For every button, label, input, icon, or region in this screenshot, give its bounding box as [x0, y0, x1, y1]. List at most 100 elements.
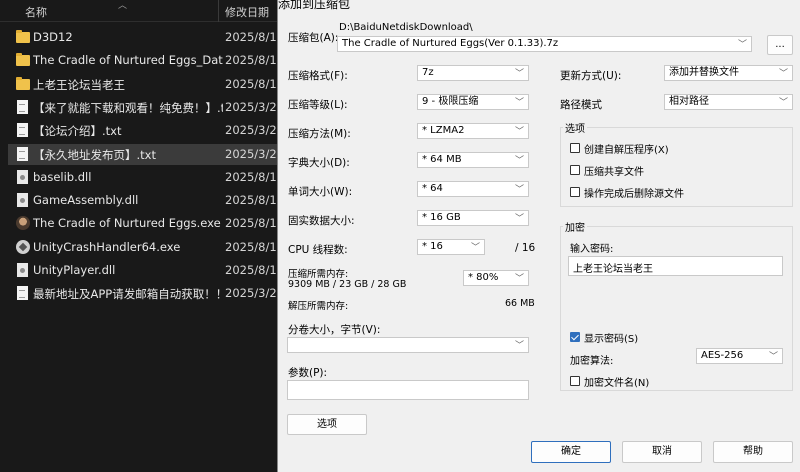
file-row[interactable]: The Cradle of Nurtured Eggs.exe 2025/8/18 — [8, 213, 284, 234]
dialog-title: 添加到压缩包 — [278, 0, 351, 11]
text-file-icon — [17, 99, 28, 114]
show-password-checkbox[interactable] — [570, 332, 580, 342]
file-explorer: ︿ 名称 修改日期 D3D12 2025/8/15 The Cradle of Nu… — [0, 0, 284, 472]
encryption-method-combo[interactable]: AES-256 ﹀ — [696, 348, 783, 364]
split-label: 分卷大小，字节(V): — [288, 324, 381, 336]
sfx-checkbox[interactable] — [570, 143, 580, 153]
column-header-date[interactable]: 修改日期 — [225, 4, 269, 20]
file-row[interactable]: UnityPlayer.dll 2025/8/18 — [8, 260, 284, 281]
delete-source-checkbox[interactable] — [570, 187, 580, 197]
file-row[interactable]: 最新地址及APP请发邮箱自动获取！！！...2025/3/26 — [8, 283, 284, 304]
password-input[interactable]: 上老王论坛当老王 — [568, 256, 783, 276]
memory-value: * 80% — [468, 272, 499, 283]
pathmode-combo[interactable]: 相对路径 ﹀ — [664, 94, 793, 110]
file-row[interactable]: 【永久地址发布页】.txt 2025/3/26 — [8, 143, 284, 165]
column-separator[interactable] — [218, 0, 219, 22]
dll-file-icon — [17, 193, 28, 208]
file-date: 2025/8/18 — [225, 216, 284, 231]
file-date: 2025/3/26 — [225, 286, 284, 301]
file-row[interactable]: 【来了就能下载和观看！纯免费！】.txt 2025/3/26 — [8, 97, 284, 118]
encryption-method-label: 加密算法: — [570, 356, 614, 367]
sfx-label: 创建自解压程序(X) — [584, 145, 669, 156]
file-row[interactable]: 【论坛介绍】.txt 2025/3/26 — [8, 120, 284, 141]
file-date: 2025/8/18 — [225, 263, 284, 277]
chevron-down-icon: ﹀ — [514, 274, 524, 284]
update-label: 更新方式(U): — [560, 70, 622, 82]
split-combo[interactable]: ﹀ — [287, 337, 529, 353]
encrypt-names-checkbox[interactable] — [570, 376, 580, 386]
method-combo[interactable]: * LZMA2 ﹀ — [417, 123, 529, 139]
update-value: 添加并替换文件 — [669, 67, 739, 78]
solid-value: * 16 GB — [422, 212, 461, 223]
file-row[interactable]: baselib.dll 2025/8/18 — [8, 167, 284, 188]
params-input[interactable] — [287, 380, 529, 400]
text-file-icon — [17, 146, 28, 161]
format-combo[interactable]: 7z ﹀ — [417, 65, 529, 81]
file-date: 2025/8/18 — [225, 193, 284, 208]
file-row[interactable]: GameAssembly.dll 2025/8/18 — [8, 190, 284, 211]
format-label: 压缩格式(F): — [288, 70, 348, 82]
encryption-group-title: 加密 — [563, 219, 587, 234]
memory-combo[interactable]: * 80% ﹀ — [463, 270, 529, 286]
file-name: 【论坛介绍】.txt — [33, 124, 122, 139]
dict-combo[interactable]: * 64 MB ﹀ — [417, 152, 529, 168]
browse-button[interactable]: ... — [767, 35, 793, 55]
help-button[interactable]: 帮助 — [713, 441, 793, 463]
file-date: 2025/8/15 — [225, 53, 284, 68]
cancel-button[interactable]: 取消 — [622, 441, 702, 463]
decompress-value: 66 MB — [505, 298, 535, 309]
pathmode-label: 路径模式 — [560, 99, 602, 111]
file-name: 【来了就能下载和观看！纯免费！】.txt — [33, 100, 223, 115]
archive-path-text: D:\BaiduNetdiskDownload\ — [339, 22, 473, 33]
game-exe-icon — [16, 216, 30, 231]
ok-button[interactable]: 确定 — [531, 441, 611, 463]
chevron-down-icon: ﹀ — [737, 40, 747, 50]
shared-checkbox[interactable] — [570, 165, 580, 175]
word-value: * 64 — [422, 183, 443, 194]
method-label: 压缩方法(M): — [288, 128, 351, 140]
file-date: 2025/3/26 — [225, 99, 284, 114]
solid-label: 固实数据大小: — [288, 215, 355, 227]
options-button[interactable]: 选项 — [287, 414, 367, 435]
archive-name-combo[interactable]: The Cradle of Nurtured Eggs(Ver 0.1.33).… — [337, 36, 752, 52]
chevron-down-icon: ﹀ — [778, 98, 788, 108]
threads-max: / 16 — [515, 242, 536, 254]
file-date: 2025/8/18 — [225, 239, 284, 254]
show-password-label: 显示密码(S) — [584, 334, 639, 345]
encrypt-names-label: 加密文件名(N) — [584, 378, 650, 389]
chevron-down-icon: ﹀ — [514, 98, 524, 108]
file-date: 2025/3/26 — [225, 146, 284, 161]
file-row[interactable]: UnityCrashHandler64.exe 2025/8/18 — [8, 237, 284, 258]
file-row[interactable]: D3D12 2025/8/15 — [8, 27, 284, 48]
dll-file-icon — [17, 169, 28, 184]
word-label: 单词大小(W): — [288, 186, 353, 198]
folder-icon — [16, 53, 30, 67]
threads-combo[interactable]: * 16 ﹀ — [417, 239, 485, 255]
word-combo[interactable]: * 64 ﹀ — [417, 181, 529, 197]
method-value: * LZMA2 — [422, 125, 465, 136]
encryption-method-value: AES-256 — [701, 350, 744, 361]
password-label: 输入密码: — [570, 244, 614, 255]
update-combo[interactable]: 添加并替换文件 ﹀ — [664, 65, 793, 81]
archive-name-value: The Cradle of Nurtured Eggs(Ver 0.1.33).… — [342, 38, 559, 49]
file-row[interactable]: 上老王论坛当老王 2025/8/18 — [8, 74, 284, 95]
threads-label: CPU 线程数: — [288, 244, 348, 256]
params-label: 参数(P): — [288, 367, 328, 379]
solid-combo[interactable]: * 16 GB ﹀ — [417, 210, 529, 226]
delete-source-label: 操作完成后删除源文件 — [584, 189, 684, 200]
file-name: GameAssembly.dll — [33, 193, 139, 208]
chevron-down-icon: ﹀ — [514, 214, 524, 224]
shared-label: 压缩共享文件 — [584, 167, 644, 178]
file-row[interactable]: The Cradle of Nurtured Eggs_Data 2025/8/1… — [8, 50, 284, 71]
file-date: 2025/3/26 — [225, 123, 284, 138]
column-header-name[interactable]: 名称 — [25, 4, 47, 20]
memory-detail: 9309 MB / 23 GB / 28 GB — [288, 279, 407, 290]
threads-value: * 16 — [422, 241, 443, 252]
chevron-down-icon: ﹀ — [768, 352, 778, 362]
level-label: 压缩等级(L): — [288, 99, 348, 111]
dict-value: * 64 MB — [422, 154, 462, 165]
level-combo[interactable]: 9 - 极限压缩 ﹀ — [417, 94, 529, 110]
file-date: 2025/8/15 — [225, 30, 284, 44]
unity-exe-icon — [16, 239, 30, 254]
file-date: 2025/8/18 — [225, 76, 284, 91]
